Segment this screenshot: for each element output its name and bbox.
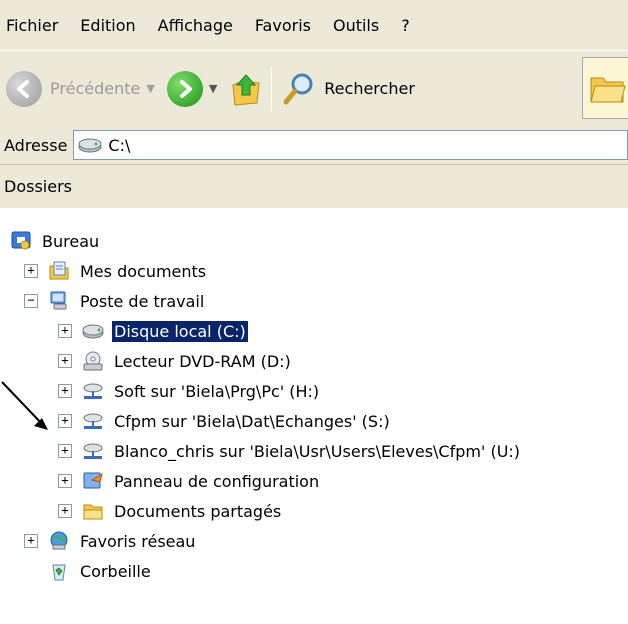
- expand-icon[interactable]: +: [58, 384, 72, 398]
- my-documents-icon: [49, 261, 69, 280]
- network-drive-icon: [83, 413, 103, 429]
- desktop-icon: [11, 231, 31, 250]
- my-computer-icon: [50, 291, 67, 310]
- tree-item-blanco-chris[interactable]: + Blanco_chris sur 'Biela\Usr\Users\Elev…: [58, 436, 522, 466]
- hard-disk-icon: [82, 324, 104, 339]
- annotation-arrow-icon: [1, 381, 48, 430]
- menu-fichier[interactable]: Fichier: [6, 16, 58, 35]
- forward-arrow-icon: [166, 70, 203, 107]
- tree-item-favoris-reseau[interactable]: + Favoris réseau: [24, 526, 197, 556]
- up-button[interactable]: [229, 63, 261, 115]
- expand-icon[interactable]: +: [58, 354, 72, 368]
- toolbar: Précédente ▼ ▼ Rechercher: [0, 50, 628, 126]
- expand-icon[interactable]: +: [24, 264, 38, 278]
- dvd-drive-icon: [83, 351, 103, 371]
- address-value: C:\: [108, 135, 131, 155]
- tree-item-mes-documents[interactable]: + Mes documents: [24, 256, 208, 286]
- back-label: Précédente: [50, 79, 141, 98]
- forward-button[interactable]: [166, 63, 203, 115]
- tree-label: Documents partagés: [114, 501, 282, 521]
- search-label: Rechercher: [324, 79, 415, 98]
- tree-item-bureau[interactable]: Bureau: [10, 226, 101, 256]
- address-bar: Adresse C:\: [0, 126, 628, 164]
- back-button[interactable]: Précédente: [6, 63, 140, 115]
- folders-title: Dossiers: [4, 177, 72, 196]
- hard-disk-icon: [78, 138, 102, 153]
- tree-item-poste-de-travail[interactable]: − Poste de travail: [24, 286, 206, 316]
- tree-item-corbeille[interactable]: Corbeille: [48, 556, 153, 586]
- search-button[interactable]: Rechercher: [282, 63, 415, 115]
- tree-label: Blanco_chris sur 'Biela\Usr\Users\Eleves…: [114, 441, 521, 461]
- expand-icon[interactable]: +: [58, 324, 72, 338]
- tree-label: Panneau de configuration: [114, 471, 320, 491]
- tree-label: Mes documents: [80, 261, 207, 281]
- toolbar-separator: [271, 66, 273, 111]
- tree-label: Cfpm sur 'Biela\Dat\Echanges' (S:): [114, 411, 390, 431]
- menu-affichage[interactable]: Affichage: [158, 16, 233, 35]
- folders-pane-header: Dossiers: [0, 164, 628, 208]
- tree-label: Soft sur 'Biela\Prg\Pc' (H:): [114, 381, 320, 401]
- menu-bar: Fichier Edition Affichage Favoris Outils…: [0, 0, 628, 50]
- menu-favoris[interactable]: Favoris: [255, 16, 311, 35]
- up-folder-icon: [232, 73, 260, 106]
- folders-button[interactable]: [582, 57, 628, 119]
- menu-edition[interactable]: Edition: [80, 16, 135, 35]
- menu-help[interactable]: ?: [401, 16, 410, 35]
- expand-icon[interactable]: +: [58, 474, 72, 488]
- tree-label: Bureau: [42, 231, 100, 251]
- network-drive-icon: [83, 443, 103, 459]
- tree-label-selected: Disque local (C:): [112, 320, 248, 342]
- tree-item-documents-partages[interactable]: + Documents partagés: [58, 496, 283, 526]
- forward-dropdown-icon[interactable]: ▼: [209, 82, 217, 95]
- tree-label: Favoris réseau: [80, 531, 196, 551]
- address-label: Adresse: [4, 135, 68, 155]
- expand-icon[interactable]: +: [24, 534, 38, 548]
- folders-icon: [590, 77, 626, 103]
- recycle-bin-icon: [52, 564, 66, 581]
- search-icon: [283, 73, 313, 104]
- tree-label: Poste de travail: [80, 291, 205, 311]
- back-arrow-icon: [6, 70, 42, 107]
- address-input[interactable]: C:\: [73, 130, 628, 160]
- network-places-icon: [50, 531, 68, 550]
- tree-item-cfpm[interactable]: + Cfpm sur 'Biela\Dat\Echanges' (S:): [58, 406, 392, 436]
- tree-item-disque-local[interactable]: + Disque local (C:): [58, 316, 248, 346]
- tree-item-soft[interactable]: + Soft sur 'Biela\Prg\Pc' (H:): [58, 376, 321, 406]
- tree-label: Lecteur DVD-RAM (D:): [114, 351, 291, 371]
- expand-icon[interactable]: +: [58, 414, 72, 428]
- expand-icon[interactable]: +: [58, 504, 72, 518]
- control-panel-icon: [83, 472, 103, 489]
- expand-icon[interactable]: +: [58, 444, 72, 458]
- network-drive-icon: [83, 383, 103, 399]
- tree-item-lecteur-dvd[interactable]: + Lecteur DVD-RAM (D:): [58, 346, 293, 376]
- menu-outils[interactable]: Outils: [333, 16, 379, 35]
- tree-item-panneau-configuration[interactable]: + Panneau de configuration: [58, 466, 321, 496]
- back-dropdown-icon[interactable]: ▼: [146, 82, 154, 95]
- shared-folder-icon: [83, 504, 103, 520]
- explorer-window: Fichier Edition Affichage Favoris Outils…: [0, 0, 628, 624]
- collapse-icon[interactable]: −: [24, 294, 38, 308]
- tree-label: Corbeille: [80, 561, 151, 581]
